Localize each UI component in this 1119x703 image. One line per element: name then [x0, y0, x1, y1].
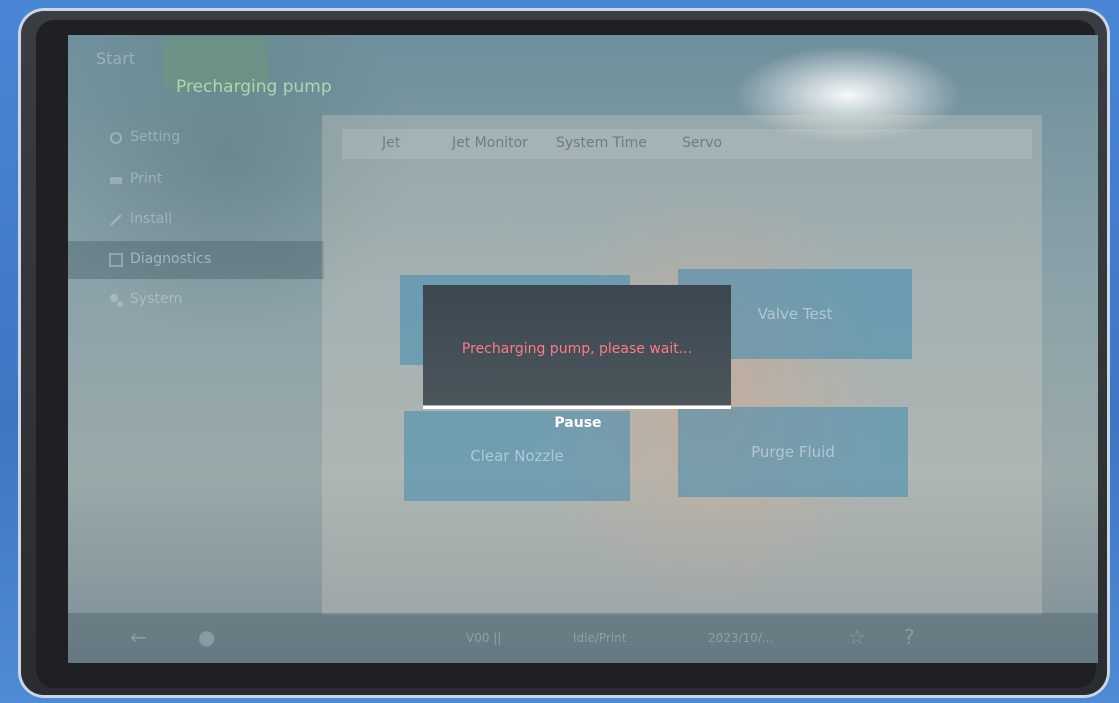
tab-jet[interactable]: Jet [382, 135, 400, 151]
dialog-divider [423, 406, 731, 409]
help-icon[interactable]: ? [904, 625, 915, 649]
settings-icon [110, 132, 122, 144]
system-icon [110, 294, 123, 307]
status-item-version: V00 || [466, 631, 502, 645]
tile-label: Valve Test [757, 305, 833, 323]
install-icon [110, 214, 122, 226]
status-item-date: 2023/10/... [708, 631, 774, 645]
star-icon[interactable]: ☆ [848, 625, 866, 649]
status-item-state: Idle/Print [573, 631, 627, 645]
precharge-dialog: Precharging pump, please wait... [423, 285, 731, 405]
tab-servo[interactable]: Servo [682, 135, 722, 151]
touch-screen: Start Precharging pump Setting Print Ins… [68, 35, 1098, 663]
sidebar-item-install[interactable]: Install [68, 201, 324, 239]
sidebar-item-system[interactable]: System [68, 281, 324, 319]
start-tab[interactable]: Start [96, 49, 135, 68]
sidebar-item-label: Install [130, 211, 173, 227]
dialog-message: Precharging pump, please wait... [461, 341, 693, 357]
sidebar-item-label: Diagnostics [130, 251, 212, 267]
print-icon [110, 177, 122, 184]
tab-system-time[interactable]: System Time [556, 135, 647, 151]
sidebar-item-label: System [130, 291, 183, 307]
diagnostics-icon [109, 253, 123, 267]
back-arrow-icon[interactable]: ← [130, 625, 147, 649]
bottom-status-bar: ← ● V00 || Idle/Print 2023/10/... ☆ ? [68, 613, 1098, 663]
sidebar: Setting Print Install Diagnostics System [68, 89, 324, 609]
tile-label: Clear Nozzle [470, 447, 564, 465]
sidebar-item-diagnostics[interactable]: Diagnostics [68, 241, 324, 279]
title-bar: Start Precharging pump [68, 35, 1098, 97]
sidebar-item-label: Print [130, 171, 163, 187]
tab-jet-monitor[interactable]: Jet Monitor [452, 135, 528, 151]
pause-button[interactable]: Pause [508, 415, 648, 439]
purge-fluid-button[interactable]: Purge Fluid [678, 407, 908, 497]
tile-label: Purge Fluid [751, 443, 835, 461]
user-icon[interactable]: ● [198, 625, 215, 649]
tab-strip: Jet Jet Monitor System Time Servo [342, 129, 1032, 159]
sidebar-item-setting[interactable]: Setting [68, 119, 324, 157]
sidebar-item-label: Setting [130, 129, 181, 145]
sidebar-item-print[interactable]: Print [68, 161, 324, 199]
